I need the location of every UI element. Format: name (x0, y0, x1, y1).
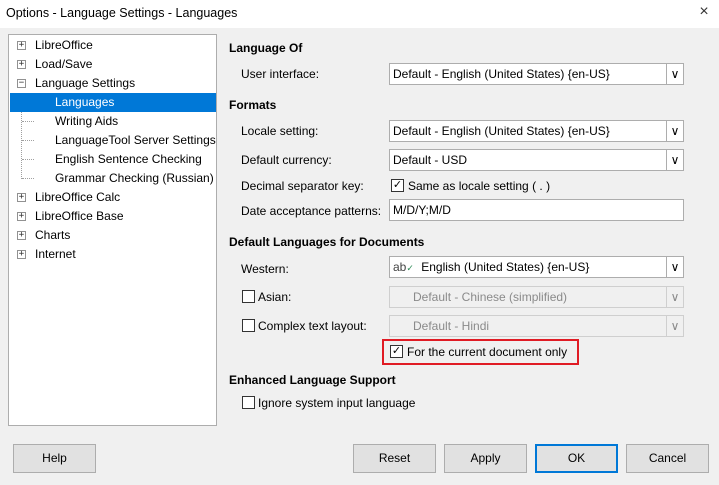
chevron-down-icon[interactable]: ∨ (666, 121, 683, 141)
window-title: Options - Language Settings - Languages (6, 6, 238, 20)
tree-item-label: LibreOffice (35, 38, 93, 52)
chevron-down-icon[interactable]: ∨ (666, 316, 683, 336)
selected-value: English (United States) {en-US} (421, 260, 590, 274)
ctl-language-dropdown[interactable]: Default - Hindi ∨ (389, 315, 684, 337)
tree-item-libreoffice[interactable]: + LibreOffice (9, 36, 216, 55)
tree-item-charts[interactable]: + Charts (9, 226, 216, 245)
locale-setting-label: Locale setting: (241, 124, 319, 138)
language-of-heading: Language Of (229, 41, 303, 55)
tree-item-label: Load/Save (35, 57, 93, 71)
tree-item-label: LibreOffice Calc (35, 190, 121, 204)
locale-setting-dropdown[interactable]: Default - English (United States) {en-US… (389, 120, 684, 142)
expand-plus-icon[interactable]: + (17, 231, 26, 240)
current-document-label: For the current document only (407, 345, 568, 359)
enhanced-support-heading: Enhanced Language Support (229, 373, 396, 387)
tree-item-base[interactable]: + LibreOffice Base (9, 207, 216, 226)
chevron-down-icon[interactable]: ∨ (666, 257, 683, 277)
ctl-label: Complex text layout: (258, 319, 367, 333)
expand-plus-icon[interactable]: + (17, 212, 26, 221)
tree-item-language-settings[interactable]: − Language Settings (9, 74, 216, 93)
tree-item-languagetool[interactable]: LanguageTool Server Settings (9, 131, 216, 150)
default-currency-label: Default currency: (241, 153, 332, 167)
tree-item-load-save[interactable]: + Load/Save (9, 55, 216, 74)
decimal-separator-label: Decimal separator key: (241, 179, 364, 193)
tree-item-internet[interactable]: + Internet (9, 245, 216, 264)
tree-item-writing-aids[interactable]: Writing Aids (9, 112, 216, 131)
help-button[interactable]: Help (13, 444, 96, 473)
ok-button[interactable]: OK (535, 444, 618, 473)
tree-item-grammar-russian[interactable]: Grammar Checking (Russian) (9, 169, 216, 188)
tree-item-english-sentence[interactable]: English Sentence Checking (9, 150, 216, 169)
tree-item-label: Language Settings (35, 76, 136, 90)
tree-item-languages[interactable]: Languages (10, 93, 216, 112)
apply-button[interactable]: Apply (444, 444, 527, 473)
selected-value: Default - English (United States) {en-US… (393, 67, 610, 81)
default-currency-dropdown[interactable]: Default - USD ∨ (389, 149, 684, 171)
tree-item-label: LanguageTool Server Settings (55, 133, 216, 147)
cancel-button[interactable]: Cancel (626, 444, 709, 473)
date-patterns-input[interactable]: M/D/Y;M/D (389, 199, 684, 221)
decimal-separator-checkbox[interactable]: ✓ (391, 179, 404, 192)
tree-item-label: Languages (55, 95, 115, 109)
tree-item-label: Internet (35, 247, 76, 261)
expand-plus-icon[interactable]: + (17, 41, 26, 50)
close-icon[interactable]: × (694, 2, 714, 22)
reset-button[interactable]: Reset (353, 444, 436, 473)
selected-value: Default - USD (393, 153, 468, 167)
ignore-input-language-checkbox[interactable] (242, 396, 255, 409)
tree-item-label: Writing Aids (55, 114, 119, 128)
expand-plus-icon[interactable]: + (17, 193, 26, 202)
user-interface-dropdown[interactable]: Default - English (United States) {en-US… (389, 63, 684, 85)
asian-checkbox[interactable] (242, 290, 255, 303)
date-patterns-label: Date acceptance patterns: (241, 204, 382, 218)
tree-item-label: Grammar Checking (Russian) (55, 171, 214, 185)
collapse-minus-icon[interactable]: − (17, 79, 26, 88)
chevron-down-icon[interactable]: ∨ (666, 64, 683, 84)
western-label: Western: (241, 262, 289, 276)
expand-plus-icon[interactable]: + (17, 250, 26, 259)
western-language-dropdown[interactable]: ab✓ English (United States) {en-US} ∨ (389, 256, 684, 278)
expand-plus-icon[interactable]: + (17, 60, 26, 69)
asian-language-dropdown[interactable]: Default - Chinese (simplified) ∨ (389, 286, 684, 308)
ctl-checkbox[interactable] (242, 319, 255, 332)
selected-value: Default - Chinese (simplified) (413, 290, 568, 304)
chevron-down-icon[interactable]: ∨ (666, 287, 683, 307)
current-document-checkbox[interactable]: ✓ (390, 345, 403, 358)
tree-item-calc[interactable]: + LibreOffice Calc (9, 188, 216, 207)
selected-value: Default - English (United States) {en-US… (393, 124, 610, 138)
ignore-input-language-label: Ignore system input language (258, 396, 416, 410)
user-interface-label: User interface: (241, 67, 320, 81)
tree-item-label: LibreOffice Base (35, 209, 124, 223)
chevron-down-icon[interactable]: ∨ (666, 150, 683, 170)
tree-item-label: Charts (35, 228, 71, 242)
formats-heading: Formats (229, 98, 277, 112)
asian-label: Asian: (258, 290, 292, 304)
spellcheck-icon: ab✓ (393, 260, 414, 274)
tree-item-label: English Sentence Checking (55, 152, 202, 166)
options-tree[interactable]: + LibreOffice + Load/Save − Language Set… (8, 34, 217, 426)
selected-value: Default - Hindi (413, 319, 490, 333)
decimal-separator-check-label: Same as locale setting ( . ) (408, 179, 551, 193)
default-languages-heading: Default Languages for Documents (229, 235, 425, 249)
